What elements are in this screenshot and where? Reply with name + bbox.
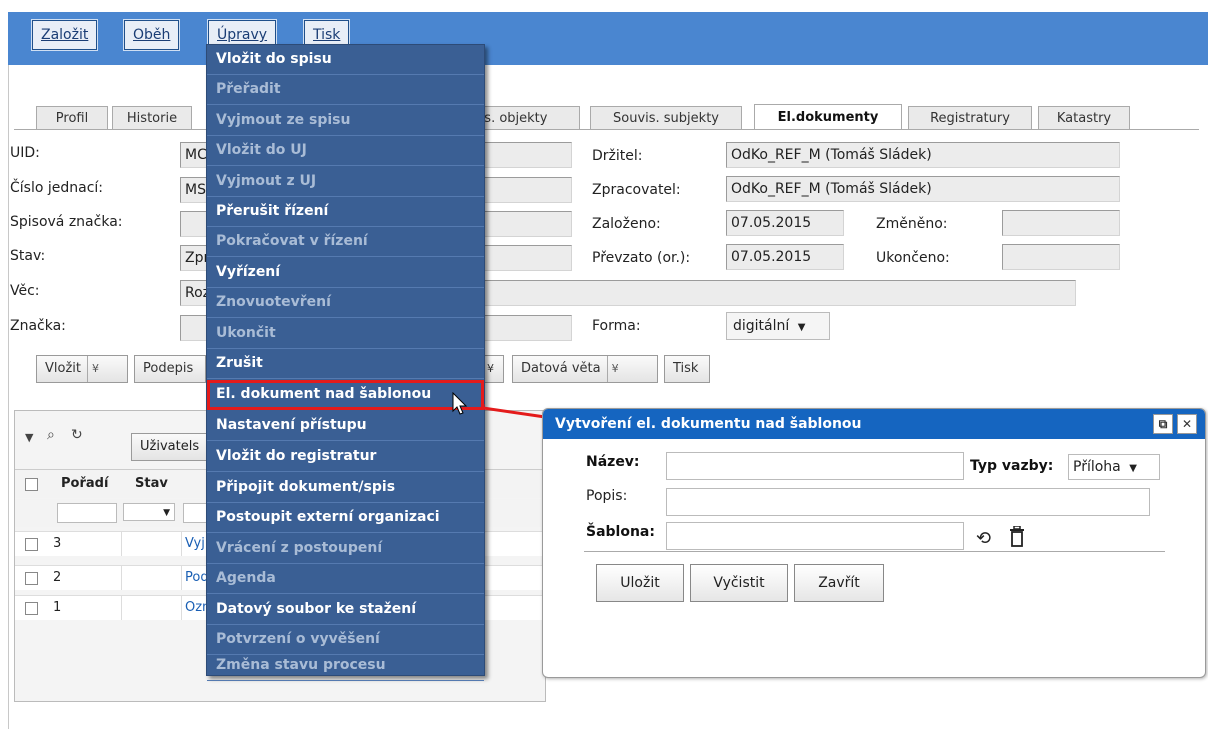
pick-template-icon[interactable]: ⟲ [976,528,991,549]
popout-icon[interactable]: ⧉ [1153,414,1173,434]
typ-vazby-select[interactable]: Příloha ▼ [1068,454,1160,480]
sablona-label: Šablona: [586,524,655,540]
dialog-title: Vytvoření el. dokumentu nad šablonou [543,409,1205,439]
sablona-input[interactable] [666,522,964,550]
nazev-label: Název: [586,454,640,470]
dialog-divider [584,551,1165,552]
mouse-cursor-icon [452,392,468,415]
popis-input[interactable] [666,488,1150,516]
chevron-down-icon: ▼ [1129,463,1137,474]
trash-icon[interactable] [1008,525,1024,548]
vycistit-button[interactable]: Vyčistit [690,564,788,602]
ulozit-button[interactable]: Uložit [596,564,684,602]
typ-vazby-label: Typ vazby: [970,458,1054,474]
popis-label: Popis: [586,488,628,504]
typ-vazby-value: Příloha [1073,459,1121,475]
close-icon[interactable]: ✕ [1177,414,1197,434]
zavrit-button[interactable]: Zavřít [794,564,884,602]
nazev-input[interactable] [666,452,964,480]
